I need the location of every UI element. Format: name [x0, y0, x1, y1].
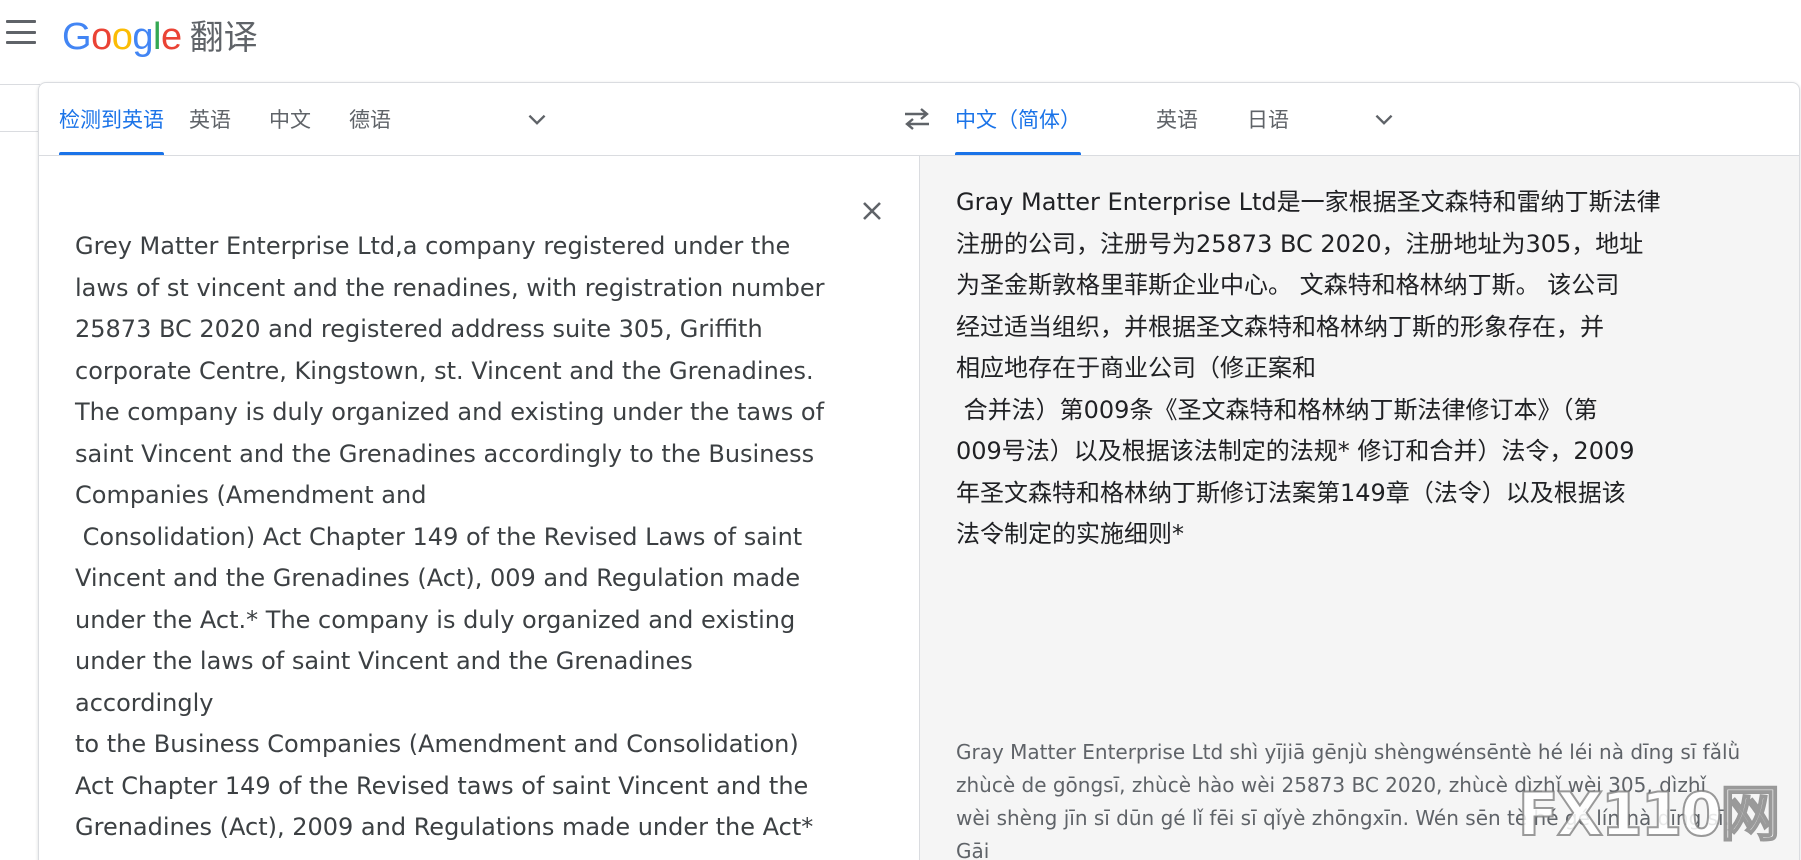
mode-tab-stub[interactable]	[0, 84, 40, 132]
google-translate-logo[interactable]: Google 翻译	[62, 10, 258, 59]
tab-label: 英语	[189, 108, 231, 132]
translate-page: Google 翻译 检测到英语 英语 中文 德语 中文（简体） 英语 日语 Gr…	[0, 0, 1801, 860]
tab-label: 中文	[269, 108, 311, 132]
target-panel: Gray Matter Enterprise Ltd是一家根据圣文森特和雷纳丁斯…	[919, 156, 1799, 860]
tab-label: 检测到英语	[59, 108, 164, 132]
logo-wordmark: Google	[62, 16, 182, 58]
tab-source-english[interactable]: 英语	[189, 83, 231, 155]
tab-label: 日语	[1247, 108, 1289, 132]
tab-label: 英语	[1156, 108, 1198, 132]
translation-card: 检测到英语 英语 中文 德语 中文（简体） 英语 日语 Grey Matter …	[38, 82, 1800, 860]
product-name: 翻译	[189, 19, 258, 57]
chevron-down-icon[interactable]	[1371, 107, 1397, 133]
tab-target-chinese-simplified[interactable]: 中文（简体）	[955, 83, 1081, 155]
swap-languages-icon[interactable]	[901, 105, 933, 133]
language-bar: 检测到英语 英语 中文 德语 中文（简体） 英语 日语	[39, 83, 1799, 156]
tab-source-chinese[interactable]: 中文	[269, 83, 311, 155]
menu-icon[interactable]	[6, 20, 36, 44]
translation-output: Gray Matter Enterprise Ltd是一家根据圣文森特和雷纳丁斯…	[956, 188, 1661, 548]
close-icon[interactable]	[857, 196, 887, 226]
source-textarea[interactable]: Grey Matter Enterprise Ltd,a company reg…	[75, 226, 835, 849]
tab-source-german[interactable]: 德语	[349, 83, 391, 155]
chevron-down-icon[interactable]	[524, 107, 550, 133]
tab-target-english[interactable]: 英语	[1156, 83, 1198, 155]
source-panel: Grey Matter Enterprise Ltd,a company reg…	[39, 156, 919, 860]
tab-label: 德语	[349, 108, 391, 132]
romanization-text: Gray Matter Enterprise Ltd shì yījiā gēn…	[956, 740, 1741, 860]
tab-label: 中文（简体）	[955, 108, 1081, 132]
tab-source-detected-english[interactable]: 检测到英语	[59, 83, 164, 155]
tab-target-japanese[interactable]: 日语	[1247, 83, 1289, 155]
app-header: Google 翻译	[0, 0, 1801, 78]
